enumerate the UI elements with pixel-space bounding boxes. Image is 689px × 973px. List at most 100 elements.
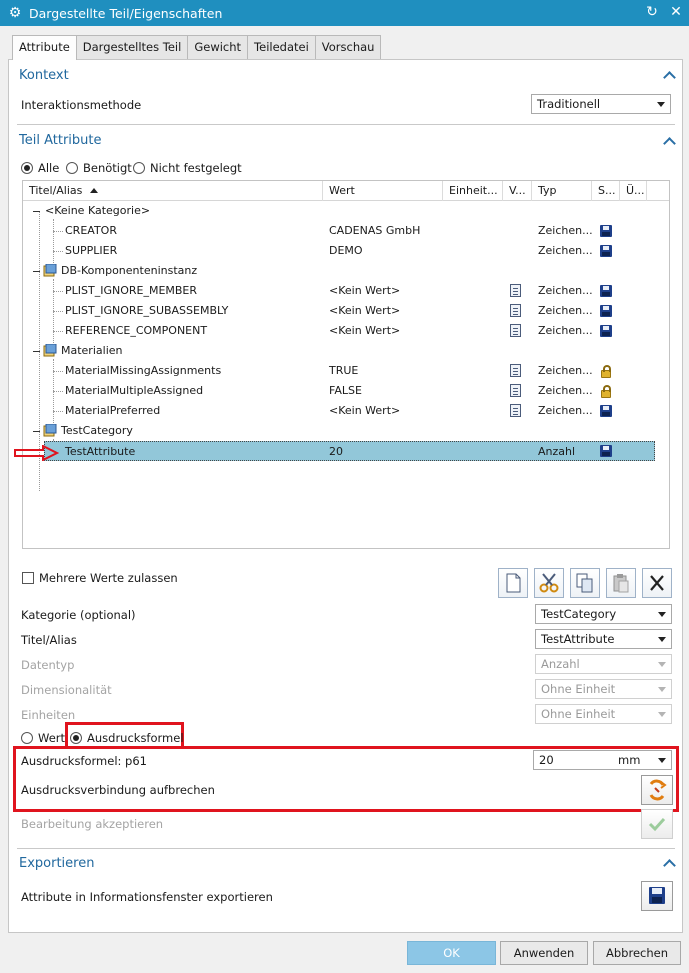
gear-icon: ⚙ — [8, 5, 22, 21]
col-v[interactable]: V... — [503, 181, 532, 201]
wert-radio[interactable] — [21, 732, 33, 744]
col-ue[interactable]: Ü... — [620, 181, 647, 201]
export-button[interactable] — [641, 881, 673, 911]
tab-attribute[interactable]: Attribute — [12, 35, 77, 60]
category-name: DB-Komponenteninstanz — [61, 264, 198, 277]
table-row[interactable]: SUPPLIER DEMO Zeichen... — [23, 241, 669, 261]
kategorie-select[interactable]: TestCategory — [535, 604, 672, 624]
collapse-teil-attribute-icon[interactable] — [664, 138, 676, 148]
cancel-button[interactable]: Abbrechen — [593, 941, 681, 965]
document-icon — [510, 324, 521, 337]
tree-line — [53, 391, 63, 392]
row-value: <Kein Wert> — [329, 284, 401, 297]
kontext-header[interactable]: Kontext — [19, 68, 69, 83]
teil-attribute-header[interactable]: Teil Attribute — [19, 133, 102, 148]
col-s[interactable]: S... — [592, 181, 620, 201]
collapse-icon[interactable] — [33, 431, 40, 432]
exportieren-header[interactable]: Exportieren — [19, 856, 94, 871]
document-icon — [510, 284, 521, 297]
table-row[interactable]: MaterialMissingAssignments TRUE Zeichen.… — [23, 361, 669, 381]
category-icon — [43, 344, 57, 357]
row-title: PLIST_IGNORE_MEMBER — [65, 284, 198, 297]
datentyp-select: Anzahl — [535, 654, 672, 674]
titel-select[interactable]: TestAttribute — [535, 629, 672, 649]
collapse-icon[interactable] — [33, 351, 40, 352]
row-title: MaterialMissingAssignments — [65, 364, 222, 377]
mehrere-werte-label: Mehrere Werte zulassen — [39, 571, 178, 585]
new-attribute-button[interactable] — [498, 568, 528, 598]
reset-icon[interactable]: ↻ — [645, 4, 659, 20]
einheiten-select: Ohne Einheit — [535, 704, 672, 724]
row-title: PLIST_IGNORE_SUBASSEMBLY — [65, 304, 229, 317]
tree-line — [53, 331, 63, 332]
copy-button[interactable] — [570, 568, 600, 598]
table-row[interactable]: MaterialPreferred <Kein Wert> Zeichen... — [23, 401, 669, 421]
col-titel[interactable]: Titel/Alias — [23, 181, 323, 201]
col-typ[interactable]: Typ — [532, 181, 592, 201]
table-row[interactable]: REFERENCE_COMPONENT <Kein Wert> Zeichen.… — [23, 321, 669, 341]
tree-line — [53, 411, 63, 412]
filter-benoetigt-radio[interactable] — [66, 162, 78, 174]
bearbeitung-label: Bearbeitung akzeptieren — [21, 817, 164, 831]
row-title: REFERENCE_COMPONENT — [65, 324, 208, 337]
ausdrucksformel-input[interactable]: 20 mm — [533, 750, 672, 770]
titel-label: Titel/Alias — [21, 633, 77, 647]
dimensionalitaet-select: Ohne Einheit — [535, 679, 672, 699]
export-label: Attribute in Informationsfenster exporti… — [21, 890, 273, 904]
lock-icon — [601, 385, 611, 398]
apply-button[interactable]: Anwenden — [500, 941, 588, 965]
wert-label: Wert — [38, 731, 66, 745]
document-icon — [510, 384, 521, 397]
collapse-exportieren-icon[interactable] — [664, 860, 676, 870]
document-icon — [510, 304, 521, 317]
table-row[interactable]: CREATOR CADENAS GmbH Zeichen... — [23, 221, 669, 241]
category-row[interactable]: TestCategory — [23, 421, 669, 441]
category-row[interactable]: <Keine Kategorie> — [23, 201, 669, 221]
table-row-selected[interactable]: TestAttribute 20 Anzahl — [44, 441, 655, 461]
accept-edit-button[interactable] — [641, 809, 673, 839]
divider — [17, 848, 675, 849]
ok-button[interactable]: OK — [407, 941, 496, 965]
row-title: SUPPLIER — [65, 244, 118, 257]
break-link-button[interactable] — [641, 775, 673, 805]
mehrere-werte-checkbox[interactable] — [22, 572, 34, 584]
collapse-kontext-icon[interactable] — [664, 72, 676, 82]
table-row[interactable]: PLIST_IGNORE_SUBASSEMBLY <Kein Wert> Zei… — [23, 301, 669, 321]
tab-vorschau[interactable]: Vorschau — [314, 35, 382, 59]
col-wert[interactable]: Wert — [323, 181, 443, 201]
row-value: <Kein Wert> — [329, 324, 401, 337]
row-type: Zeichen... — [538, 224, 593, 237]
row-type: Zeichen... — [538, 364, 593, 377]
ausdrucksformel-radio[interactable] — [70, 732, 82, 744]
filter-alle-radio[interactable] — [21, 162, 33, 174]
row-type: Zeichen... — [538, 284, 593, 297]
tab-gewicht[interactable]: Gewicht — [187, 35, 249, 59]
row-type: Zeichen... — [538, 404, 593, 417]
interaktionsmethode-select[interactable]: Traditionell — [531, 94, 671, 114]
paste-button[interactable] — [606, 568, 636, 598]
delete-icon — [650, 575, 664, 591]
datentyp-value: Anzahl — [541, 657, 580, 671]
cut-button[interactable] — [534, 568, 564, 598]
ausdrucksformel-label: Ausdrucksformel: p61 — [21, 754, 147, 768]
document-icon — [510, 404, 521, 417]
tab-teiledatei[interactable]: Teiledatei — [247, 35, 316, 59]
close-icon[interactable]: ✕ — [669, 4, 683, 20]
col-titel-label: Titel/Alias — [29, 184, 83, 197]
col-einheit[interactable]: Einheit... — [443, 181, 503, 201]
collapse-icon[interactable] — [33, 271, 40, 272]
category-row[interactable]: Materialien — [23, 341, 669, 361]
collapse-icon[interactable] — [33, 211, 40, 212]
save-icon — [600, 225, 612, 237]
category-row[interactable]: DB-Komponenteninstanz — [23, 261, 669, 281]
table-row[interactable]: PLIST_IGNORE_MEMBER <Kein Wert> Zeichen.… — [23, 281, 669, 301]
tab-bar: Attribute Dargestelltes Teil Gewicht Tei… — [12, 35, 382, 60]
delete-button[interactable] — [642, 568, 672, 598]
save-icon — [600, 445, 612, 457]
filter-nicht-radio[interactable] — [133, 162, 145, 174]
save-icon — [600, 285, 612, 297]
tab-dargestelltes-teil[interactable]: Dargestelltes Teil — [75, 35, 189, 59]
attribute-tree[interactable]: Titel/Alias Wert Einheit... V... Typ S..… — [22, 180, 670, 549]
category-icon — [43, 424, 57, 437]
table-row[interactable]: MaterialMultipleAssigned FALSE Zeichen..… — [23, 381, 669, 401]
